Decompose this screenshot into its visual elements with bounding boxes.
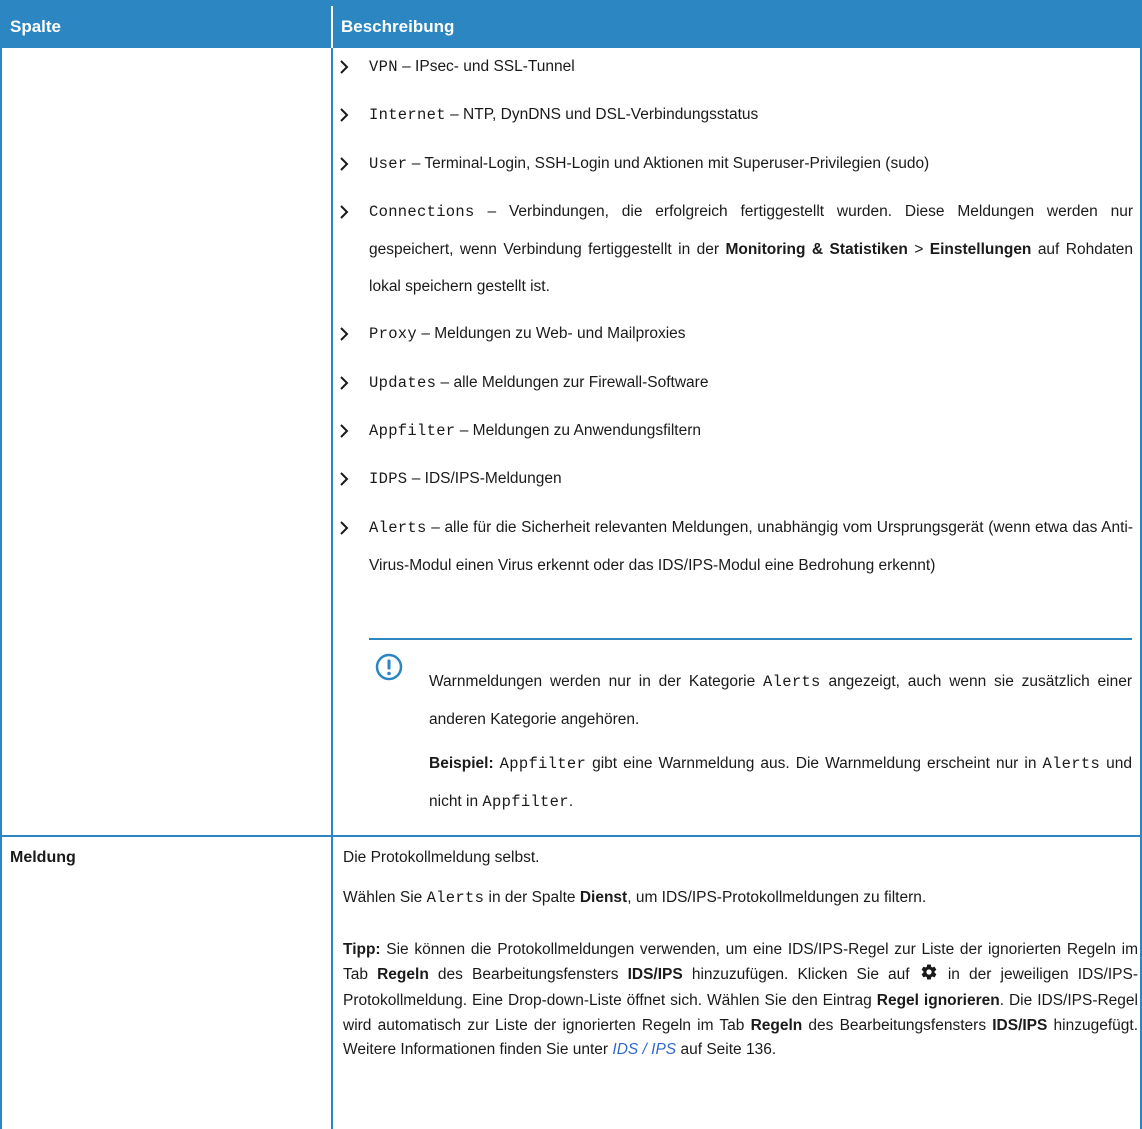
paragraph: Die Protokollmeldung selbst.: [343, 849, 540, 866]
tip-paragraph: Tipp: Sie können die Protokollmeldungen …: [343, 941, 1138, 1058]
chevron-right-icon: [339, 424, 349, 438]
chevron-right-icon: [339, 108, 349, 122]
list-item-text: IDPS – IDS/IPS-Meldungen: [369, 470, 562, 488]
list-item-text: Appfilter – Meldungen zu Anwendungsfilte…: [369, 422, 702, 440]
chevron-right-icon: [339, 205, 349, 219]
note-paragraph: Warnmeldungen werden nur in der Kategori…: [429, 673, 1132, 728]
row1-label-cell: [0, 48, 331, 837]
row2-description-cell: Die Protokollmeldung selbst. Wählen Sie …: [333, 837, 1140, 1129]
link-ids-ips[interactable]: IDS / IPS: [612, 1041, 676, 1058]
gear-icon: [920, 963, 938, 990]
chevron-right-icon: [339, 521, 349, 535]
list-item-text: Internet – NTP, DynDNS und DSL-Verbindun…: [369, 106, 759, 124]
header-col-beschreibung: Beschreibung: [341, 17, 455, 36]
chevron-right-icon: [339, 327, 349, 341]
list-item-text: VPN – IPsec- und SSL-Tunnel: [369, 58, 575, 76]
chevron-right-icon: [339, 376, 349, 390]
list-item-text: User – Terminal-Login, SSH-Login und Akt…: [369, 155, 930, 173]
exclamation-circle-icon: [375, 653, 403, 686]
note-divider: [369, 638, 1132, 640]
chevron-right-icon: [339, 472, 349, 486]
header-col-spalte: Spalte: [10, 17, 62, 36]
list-item-text: Proxy – Meldungen zu Web- und Mailproxie…: [369, 325, 686, 343]
list-item-text: Updates – alle Meldungen zur Firewall-So…: [369, 374, 709, 392]
header-divider: [331, 6, 333, 48]
paragraph: Wählen Sie Alerts in der Spalte Dienst, …: [343, 889, 927, 907]
list-item-text: Connections – Verbindungen, die erfolgre…: [369, 203, 1133, 295]
note-example: Beispiel: Appfilter gibt eine Warnmeldun…: [429, 755, 1132, 811]
chevron-right-icon: [339, 157, 349, 171]
row2-label-cell: Meldung: [0, 837, 331, 1129]
row1-description-cell: VPN – IPsec- und SSL-Tunnel Internet – N…: [333, 48, 1140, 837]
row-label-meldung: Meldung: [10, 849, 76, 866]
list-item-text: Alerts – alle für die Sicherheit relevan…: [369, 519, 1133, 574]
description-table: Spalte Beschreibung VPN – IPsec- und SSL…: [0, 6, 1142, 1129]
table-header: Spalte Beschreibung: [0, 6, 1142, 48]
chevron-right-icon: [339, 60, 349, 74]
